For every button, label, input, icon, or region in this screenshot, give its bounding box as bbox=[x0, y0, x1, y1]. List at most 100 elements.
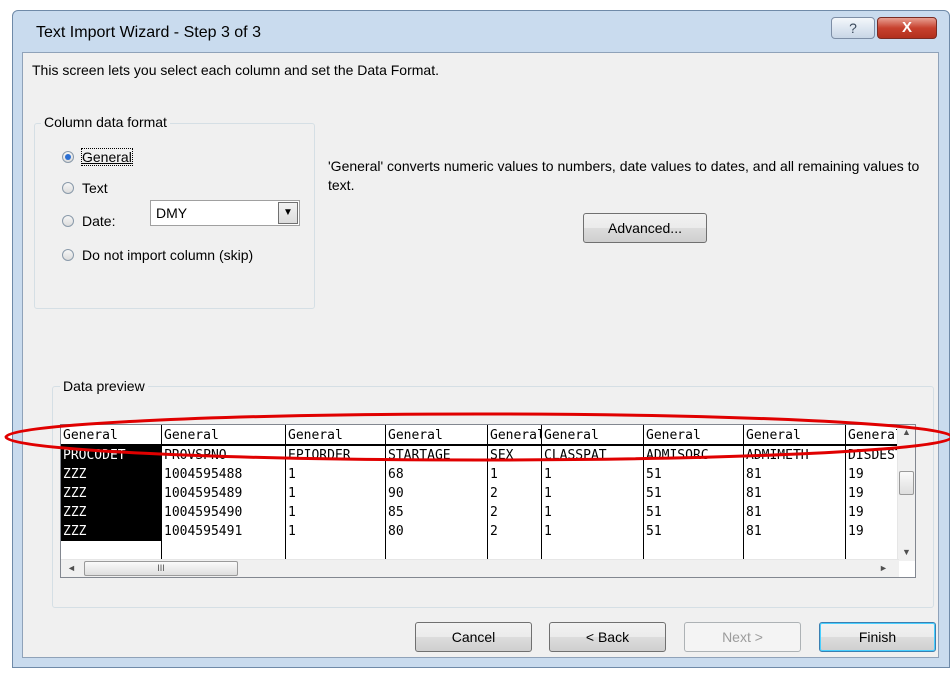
title-bar: Text Import Wizard - Step 3 of 3 ? X bbox=[13, 11, 949, 52]
preview-cell: ZZZ bbox=[61, 484, 161, 503]
preview-cell: CLASSPAT bbox=[544, 448, 607, 463]
preview-cell: EPIORDER bbox=[288, 448, 351, 463]
column-format-header[interactable]: General bbox=[542, 425, 643, 446]
preview-cell: ADMIMETH bbox=[746, 448, 809, 463]
horizontal-scrollbar[interactable]: ◄ III ► bbox=[61, 559, 899, 577]
radio-text[interactable]: Text bbox=[62, 180, 108, 196]
column-format-header[interactable]: General bbox=[286, 425, 385, 446]
close-button[interactable]: X bbox=[877, 17, 937, 39]
radio-text-label: Text bbox=[82, 180, 108, 196]
radio-icon bbox=[62, 182, 74, 194]
preview-cell: 1 bbox=[288, 524, 296, 539]
preview-cell: 81 bbox=[746, 486, 762, 501]
horizontal-scroll-thumb[interactable]: III bbox=[84, 561, 238, 576]
preview-column[interactable]: General ADMIMETH 81 81 81 81 bbox=[743, 425, 845, 561]
format-description: 'General' converts numeric values to num… bbox=[328, 158, 920, 193]
preview-column[interactable]: General PROCODET ZZZ ZZZ ZZZ ZZZ bbox=[61, 425, 161, 561]
preview-cell: 2 bbox=[490, 486, 498, 501]
scroll-left-icon[interactable]: ◄ bbox=[67, 563, 76, 573]
radio-icon bbox=[62, 249, 74, 261]
radio-selected-icon bbox=[62, 151, 74, 163]
preview-cell: DISDEST bbox=[848, 448, 899, 463]
preview-cell: ZZZ bbox=[61, 522, 161, 541]
help-button[interactable]: ? bbox=[831, 17, 875, 39]
column-format-header[interactable]: General bbox=[61, 425, 161, 446]
preview-cell: 81 bbox=[746, 467, 762, 482]
preview-cell: 1004595488 bbox=[164, 467, 243, 482]
preview-cell: 51 bbox=[646, 486, 662, 501]
column-format-header[interactable]: General bbox=[386, 425, 487, 446]
vertical-scrollbar[interactable]: ▲ ▼ bbox=[897, 425, 915, 561]
column-format-header[interactable]: General bbox=[744, 425, 845, 446]
preview-cell: ZZZ bbox=[61, 465, 161, 484]
preview-cell: 1 bbox=[288, 467, 296, 482]
chevron-down-icon[interactable]: ▼ bbox=[278, 202, 298, 224]
column-format-header[interactable]: General bbox=[488, 425, 541, 446]
radio-general-label: General bbox=[81, 148, 133, 166]
preview-cell: 1 bbox=[544, 524, 552, 539]
next-button[interactable]: Next > bbox=[684, 622, 801, 652]
preview-cell: 1 bbox=[544, 467, 552, 482]
back-button[interactable]: < Back bbox=[549, 622, 666, 652]
preview-cell: 51 bbox=[646, 467, 662, 482]
column-format-header[interactable]: General bbox=[846, 425, 899, 446]
preview-cell: 1 bbox=[490, 467, 498, 482]
preview-cell: 51 bbox=[646, 524, 662, 539]
preview-cell: PROCODET bbox=[61, 446, 161, 465]
preview-column[interactable]: General DISDEST 19 19 19 19 bbox=[845, 425, 899, 561]
preview-column[interactable]: General ADMISORC 51 51 51 51 bbox=[643, 425, 743, 561]
preview-cell: 2 bbox=[490, 505, 498, 520]
preview-cell: 19 bbox=[848, 524, 864, 539]
scroll-down-icon[interactable]: ▼ bbox=[902, 547, 911, 557]
column-data-format-legend: Column data format bbox=[41, 114, 170, 130]
preview-column[interactable]: General CLASSPAT 1 1 1 1 bbox=[541, 425, 643, 561]
back-button-label: < Back bbox=[585, 629, 630, 645]
preview-cell: 19 bbox=[848, 505, 864, 520]
preview-cell: 81 bbox=[746, 505, 762, 520]
preview-cell: ADMISORC bbox=[646, 448, 709, 463]
preview-cell: 68 bbox=[388, 467, 404, 482]
radio-date[interactable]: Date: bbox=[62, 213, 115, 229]
preview-column[interactable]: General STARTAGE 68 90 85 80 bbox=[385, 425, 487, 561]
scroll-right-icon[interactable]: ► bbox=[879, 563, 888, 573]
window-title: Text Import Wizard - Step 3 of 3 bbox=[36, 24, 261, 41]
radio-skip-label: Do not import column (skip) bbox=[82, 247, 254, 263]
preview-cell: 80 bbox=[388, 524, 404, 539]
preview-cell: 51 bbox=[646, 505, 662, 520]
preview-cell: 2 bbox=[490, 524, 498, 539]
radio-skip[interactable]: Do not import column (skip) bbox=[62, 247, 253, 263]
scroll-up-icon[interactable]: ▲ bbox=[902, 427, 911, 437]
preview-cell: STARTAGE bbox=[388, 448, 451, 463]
preview-cell: 85 bbox=[388, 505, 404, 520]
column-format-header[interactable]: General bbox=[644, 425, 743, 446]
preview-columns: General PROCODET ZZZ ZZZ ZZZ ZZZ General… bbox=[61, 425, 899, 561]
date-format-value: DMY bbox=[156, 205, 188, 221]
data-preview-legend: Data preview bbox=[60, 378, 148, 394]
preview-cell: 1004595490 bbox=[164, 505, 243, 520]
advanced-button[interactable]: Advanced... bbox=[583, 213, 707, 243]
date-format-select[interactable]: DMY ▼ bbox=[150, 200, 300, 226]
preview-column[interactable]: General EPIORDER 1 1 1 1 bbox=[285, 425, 385, 561]
preview-cell: 1004595491 bbox=[164, 524, 243, 539]
radio-icon bbox=[62, 215, 74, 227]
preview-cell: 1 bbox=[288, 486, 296, 501]
radio-date-label: Date: bbox=[82, 213, 116, 229]
cancel-button[interactable]: Cancel bbox=[415, 622, 532, 652]
preview-cell: ZZZ bbox=[61, 503, 161, 522]
preview-cell: 1 bbox=[544, 486, 552, 501]
data-preview-grid[interactable]: General PROCODET ZZZ ZZZ ZZZ ZZZ General… bbox=[60, 424, 916, 578]
preview-cell: 19 bbox=[848, 467, 864, 482]
intro-text: This screen lets you select each column … bbox=[32, 62, 439, 78]
preview-cell: 1 bbox=[288, 505, 296, 520]
preview-cell: 1 bbox=[544, 505, 552, 520]
preview-column[interactable]: General SEX 1 2 2 2 bbox=[487, 425, 541, 561]
preview-column[interactable]: General PROVSPNO 1004595488 1004595489 1… bbox=[161, 425, 285, 561]
preview-cell: 1004595489 bbox=[164, 486, 243, 501]
vertical-scroll-thumb[interactable] bbox=[899, 471, 914, 495]
column-format-header[interactable]: General bbox=[162, 425, 285, 446]
preview-cell: PROVSPNO bbox=[164, 448, 227, 463]
preview-cell: 19 bbox=[848, 486, 864, 501]
preview-cell: SEX bbox=[490, 448, 514, 463]
radio-general[interactable]: General bbox=[62, 148, 133, 166]
finish-button[interactable]: Finish bbox=[819, 622, 936, 652]
